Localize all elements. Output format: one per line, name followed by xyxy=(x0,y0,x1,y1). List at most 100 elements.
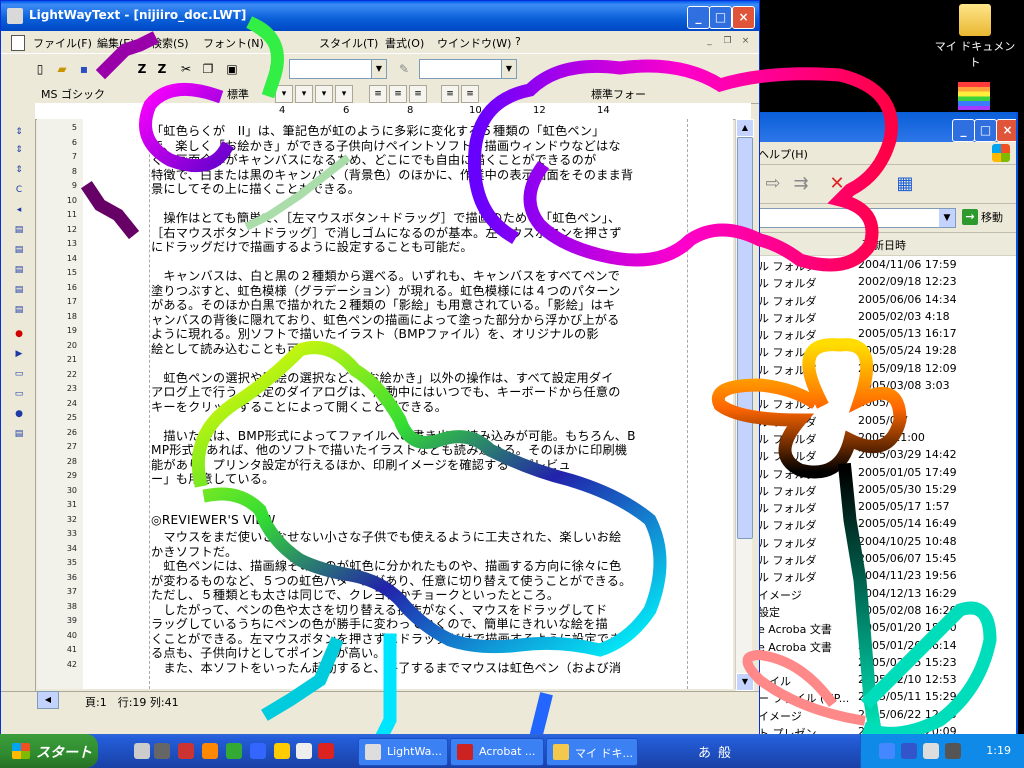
quicklaunch-icon[interactable] xyxy=(296,743,312,759)
ime-mode[interactable]: あ xyxy=(698,742,711,761)
text-editor[interactable]: 「虹色らくが II」は、筆記色が虹のように多彩に変化する５種類の「虹色ペン」 で、… xyxy=(83,119,733,689)
file-row[interactable]: ァイル 2005/02/10 12:53 xyxy=(754,671,1016,688)
menu-window[interactable]: ウインドウ(W) xyxy=(437,35,511,51)
mdi-minimize-button[interactable]: _ xyxy=(703,35,716,48)
file-row[interactable]: ル フォルダ 2005/ xyxy=(754,394,1016,411)
style-format-combo[interactable]: 標準フォー xyxy=(591,86,646,102)
copy-icon[interactable]: ❐ xyxy=(199,60,217,78)
menu-edit[interactable]: 編集(E) xyxy=(97,35,135,51)
format-button[interactable]: ▾ xyxy=(295,85,313,103)
quicklaunch-icon[interactable] xyxy=(318,743,334,759)
file-row[interactable]: e Acroba 文書 2005/01/20 16:14 xyxy=(754,637,1016,654)
task-button-acrobat[interactable]: Acrobat ... xyxy=(450,738,544,766)
tool-icon[interactable]: ▤ xyxy=(12,427,26,441)
tool-icon[interactable]: ◂ xyxy=(12,203,26,217)
volume-icon[interactable] xyxy=(923,743,939,759)
tool-icon[interactable]: ⇕ xyxy=(12,143,26,157)
menu-help[interactable]: ヘルプ(H) xyxy=(758,146,808,162)
file-row[interactable]: 2005/03/08 3:03 xyxy=(754,377,1016,394)
address-input[interactable]: ▼ xyxy=(754,208,956,228)
tool-icon[interactable]: ▤ xyxy=(12,223,26,237)
file-row[interactable]: ル フォルダ 2005/05/14 16:49 xyxy=(754,515,1016,532)
document-icon[interactable] xyxy=(11,35,25,51)
menu-search[interactable]: 検索(S) xyxy=(151,35,189,51)
file-row[interactable]: ル フォルダ 2004/11/23 19:56 xyxy=(754,567,1016,584)
task-button-my-documents[interactable]: マイ ドキ... xyxy=(546,738,638,766)
format-button[interactable]: ▾ xyxy=(315,85,333,103)
scroll-thumb[interactable] xyxy=(737,137,753,539)
tray-icon[interactable] xyxy=(879,743,895,759)
editor-titlebar[interactable]: LightWayText - [nijiiro_doc.LWT] _ □ × xyxy=(1,1,759,31)
file-row[interactable]: イメージ 2005/06/22 12:53 xyxy=(754,706,1016,723)
file-row[interactable]: e Acroba 文書 2005/01/20 18:00 xyxy=(754,619,1016,636)
tool-icon[interactable]: ⇕ xyxy=(12,163,26,177)
mdi-restore-button[interactable]: ❐ xyxy=(721,35,734,48)
close-button[interactable]: × xyxy=(996,119,1016,142)
minimize-button[interactable]: _ xyxy=(687,6,710,29)
zoom-out-icon[interactable]: Z xyxy=(153,60,171,78)
file-row[interactable]: ル フォルダ 2005/06/07 15:45 xyxy=(754,550,1016,567)
go-button[interactable]: → 移動 xyxy=(962,208,1003,226)
caps-icon[interactable]: C xyxy=(12,183,26,197)
record-icon[interactable]: ● xyxy=(12,327,26,341)
save-icon[interactable]: ▪ xyxy=(75,60,93,78)
delete-icon[interactable]: ✕ xyxy=(826,173,848,195)
app-icon[interactable] xyxy=(7,8,23,24)
tool-icon[interactable]: ✎ xyxy=(265,60,283,78)
column-header-modified[interactable]: 更新日時 xyxy=(754,233,1016,256)
file-row[interactable]: ル フォルダ 2005/01/05 17:49 xyxy=(754,464,1016,481)
file-row[interactable]: ル フォルダ 2005/02/03 4:18 xyxy=(754,308,1016,325)
scroll-down-button[interactable]: ▼ xyxy=(736,673,754,691)
file-row[interactable]: ル フォルダ 2005/05/17 1:57 xyxy=(754,498,1016,515)
menu-help[interactable]: ? xyxy=(515,35,521,48)
tool-icon[interactable]: ▤ xyxy=(12,263,26,277)
scroll-left-button[interactable]: ◀ xyxy=(37,691,59,709)
tray-icon[interactable] xyxy=(901,743,917,759)
file-row[interactable]: ル フォルダ 2005/03/29 14:42 xyxy=(754,446,1016,463)
quicklaunch-icon[interactable] xyxy=(202,743,218,759)
file-row[interactable]: ル フォルダ 2002/09/18 12:23 xyxy=(754,273,1016,290)
toolbar-combo-1[interactable]: ▼ xyxy=(289,59,387,79)
new-file-icon[interactable]: ▯ xyxy=(31,60,49,78)
editor-window[interactable]: LightWayText - [nijiiro_doc.LWT] _ □ × フ… xyxy=(0,0,760,736)
toolbar-combo-2[interactable]: ▼ xyxy=(419,59,517,79)
align-right-icon[interactable]: ≡ xyxy=(409,85,427,103)
cut-icon[interactable]: ✂ xyxy=(177,60,195,78)
start-button[interactable]: スタート xyxy=(0,734,98,768)
maximize-button[interactable]: □ xyxy=(974,119,997,142)
quicklaunch-icon[interactable] xyxy=(178,743,194,759)
chevron-down-icon[interactable]: ▼ xyxy=(501,60,516,78)
file-row[interactable]: 設定 2005/02/08 16:20 xyxy=(754,602,1016,619)
quicklaunch-icon[interactable] xyxy=(154,743,170,759)
move-to-icon[interactable]: ⇨ xyxy=(762,173,784,195)
tool-icon[interactable]: ▭ xyxy=(12,387,26,401)
format-button[interactable]: ▾ xyxy=(275,85,293,103)
file-row[interactable]: ル フォルダ 2005/06/06 14:34 xyxy=(754,291,1016,308)
tool2-icon[interactable]: ✎ xyxy=(395,60,413,78)
file-row[interactable]: ル フォルダ 2005/05/24 19:28 xyxy=(754,342,1016,359)
menu-font[interactable]: フォント(N) xyxy=(203,35,264,51)
zoom-icon[interactable]: Z xyxy=(133,60,151,78)
justify-icon[interactable]: ≡ xyxy=(441,85,459,103)
align-left-icon[interactable]: ≡ xyxy=(369,85,387,103)
explorer-window[interactable]: _ □ × ヘルプ(H) ⇨ ⇉ ✕ ↶ ▦ ▼ → 移動 更新日時 ル フォル… xyxy=(752,112,1018,736)
undo-icon[interactable]: ↶ xyxy=(854,173,876,195)
views-icon[interactable]: ▦ xyxy=(894,173,916,195)
scroll-up-button[interactable]: ▲ xyxy=(736,119,754,137)
file-row[interactable]: ル フォルダ 2005/ 11:00 xyxy=(754,429,1016,446)
file-row[interactable]: ル フォルダ 2004/10/25 10:48 xyxy=(754,533,1016,550)
menu-format[interactable]: 書式(O) xyxy=(385,35,424,51)
minimize-button[interactable]: _ xyxy=(952,119,975,142)
file-row[interactable]: イメージ 2004/12/13 16:29 xyxy=(754,585,1016,602)
tool-icon[interactable]: ▭ xyxy=(12,367,26,381)
recycle-icon[interactable] xyxy=(958,82,990,110)
mdi-close-button[interactable]: × xyxy=(739,35,752,48)
task-button-lightway[interactable]: LightWa... xyxy=(358,738,448,766)
menu-style[interactable]: スタイル(T) xyxy=(319,35,378,51)
ime-dictionary[interactable]: 般 xyxy=(718,742,731,761)
align-center-icon[interactable]: ≡ xyxy=(389,85,407,103)
vertical-scrollbar[interactable]: ▲ ▼ xyxy=(735,119,754,691)
quicklaunch-icon[interactable] xyxy=(274,743,290,759)
menu-file[interactable]: ファイル(F) xyxy=(33,35,92,51)
file-row[interactable]: 2005/02/15 15:23 xyxy=(754,654,1016,671)
